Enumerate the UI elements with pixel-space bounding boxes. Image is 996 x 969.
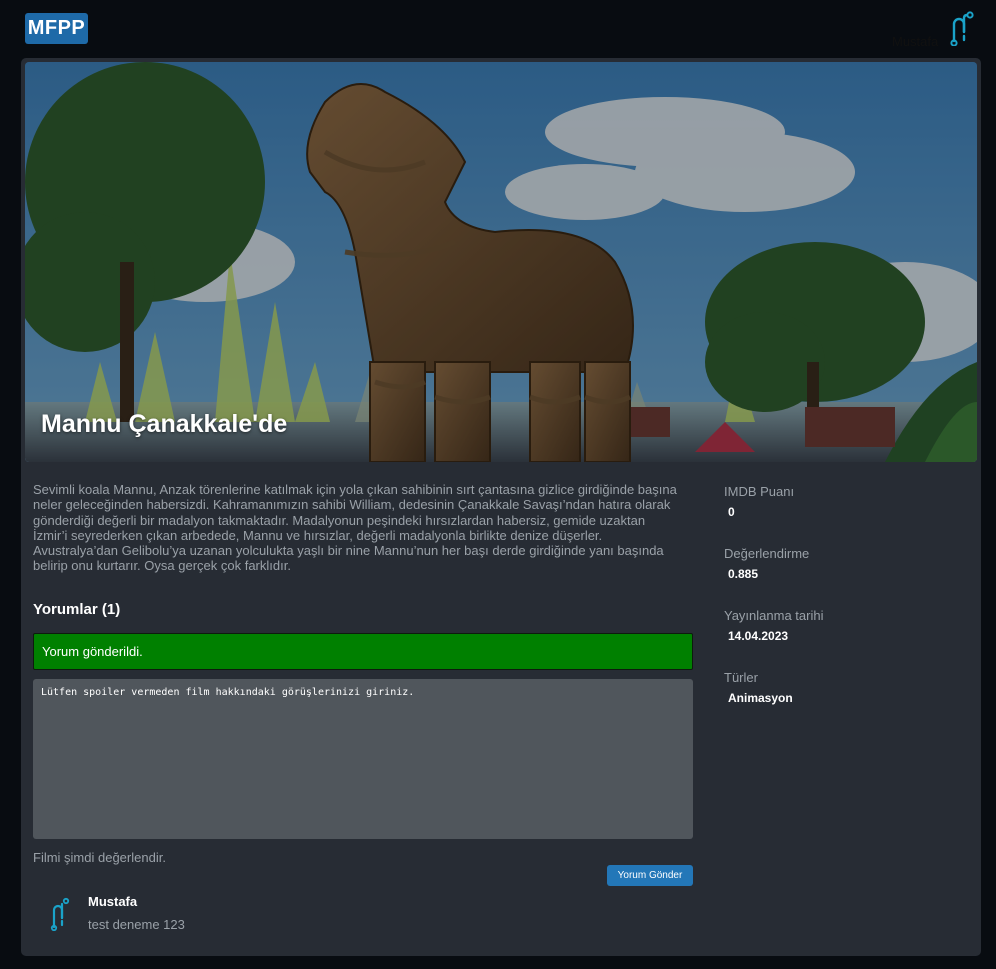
user-name[interactable]: Mustafa [892, 34, 938, 49]
imdb-value: 0 [728, 505, 735, 519]
comment-author: Mustafa [88, 894, 138, 909]
send-comment-button[interactable]: Yorum Gönder [607, 865, 693, 886]
movie-title: Mannu Çanakkale'de [41, 410, 288, 438]
comments-title: Yorumlar (1) [33, 601, 121, 618]
movie-detail-card: Mannu Çanakkale'de Sevimli koala Mannu, … [21, 58, 981, 956]
movie-hero-image: Mannu Çanakkale'de [25, 62, 977, 462]
movie-description: Sevimli koala Mannu, Anzak törenlerine k… [33, 482, 677, 574]
imdb-label: IMDB Puanı [724, 484, 795, 499]
user-avatar-icon [50, 897, 70, 931]
release-date-value: 14.04.2023 [728, 629, 789, 643]
rate-movie-link[interactable]: Filmi şimdi değerlendir. [33, 850, 166, 865]
comment-text: test deneme 123 [88, 917, 185, 932]
genres-label: Türler [724, 670, 758, 685]
comment-input[interactable] [33, 679, 693, 839]
release-date-label: Yayınlanma tarihi [724, 608, 824, 623]
genres-value: Animasyon [728, 691, 793, 705]
rating-label: Değerlendirme [724, 546, 810, 561]
comment-success-alert: Yorum gönderildi. [33, 633, 693, 670]
site-logo[interactable]: MFPP [25, 13, 88, 44]
rating-value: 0.885 [728, 567, 759, 581]
user-avatar-icon[interactable] [946, 10, 976, 46]
